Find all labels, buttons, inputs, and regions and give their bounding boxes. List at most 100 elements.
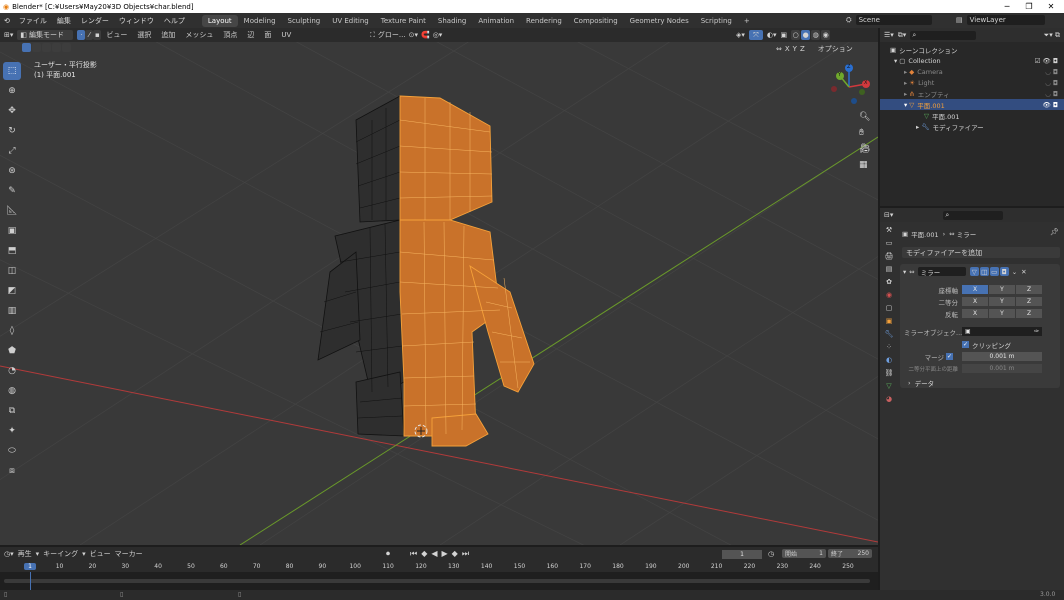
bevel-tool-icon[interactable]: ◩ <box>3 282 21 300</box>
particles-tab-icon[interactable]: ⁘ <box>886 343 892 351</box>
scene-tab-icon[interactable]: ✿ <box>886 278 892 286</box>
scene-collection-row[interactable]: ▣ シーンコレクション <box>890 44 957 55</box>
viewlayer-selector[interactable]: ▤ ViewLayer <box>956 15 1045 25</box>
mirror-x-toggle[interactable]: X <box>785 45 790 53</box>
viewport-toggle-icon[interactable]: ▭ <box>989 267 999 276</box>
camera-visibility-icon[interactable]: ◡ ◘ <box>1045 68 1058 76</box>
bisect-y-toggle[interactable]: Y <box>989 297 1015 306</box>
measure-tool-icon[interactable]: 📐︎ <box>3 202 21 220</box>
minimize-button[interactable]: ─ <box>998 0 1016 13</box>
modifier-menu-icon[interactable]: ⌄ <box>1012 268 1017 276</box>
render-tab-icon[interactable]: ▭ <box>886 239 893 247</box>
editmode-toggle-icon[interactable]: ▽ <box>969 267 979 276</box>
tab-compositing[interactable]: Compositing <box>568 15 624 27</box>
tab-shading[interactable]: Shading <box>432 15 472 27</box>
wireframe-shading-icon[interactable]: ○ <box>791 30 801 40</box>
menu-help[interactable]: ヘルプ <box>159 16 190 26</box>
pivot-icon[interactable]: ⊙▾ <box>409 31 418 39</box>
overlay-icon[interactable]: ◐▾ <box>767 31 777 39</box>
poly-build-tool-icon[interactable]: ⬟ <box>3 342 21 360</box>
collection-tab-icon[interactable]: ▢ <box>886 304 893 312</box>
jump-end-icon[interactable]: ⏭ <box>462 549 469 559</box>
scene-field[interactable]: Scene <box>855 15 932 25</box>
merge-distance-field[interactable]: 0.001 m <box>962 352 1042 361</box>
axis-x-toggle[interactable]: X <box>962 285 988 294</box>
camera-view-icon[interactable]: 🎥︎ <box>859 144 870 154</box>
select-extend-icon[interactable] <box>32 43 41 52</box>
merge-checkbox[interactable]: ✓ <box>946 353 953 360</box>
3d-viewport[interactable]: ユーザー・平行投影 (1) 平面.001 Z X Y 🔍︎ ✋︎ 🎥︎ ▦ <box>0 42 878 545</box>
menu-timeline-view[interactable]: ビュー <box>90 549 111 559</box>
zoom-icon[interactable]: 🔍︎ <box>859 112 870 122</box>
menu-render[interactable]: レンダー <box>76 16 114 26</box>
modifier-name-field[interactable]: ミラー <box>917 267 966 277</box>
editor-type-icon[interactable]: ⊞▾ <box>0 31 17 39</box>
menu-select[interactable]: 選択 <box>132 30 156 40</box>
prev-keyframe-icon[interactable]: ◆ <box>421 549 427 559</box>
timeline-editor-icon[interactable]: ◷▾ <box>4 550 14 558</box>
pan-hand-icon[interactable]: ✋︎ <box>859 128 870 138</box>
mirror-object-field[interactable]: ▣ ✑ <box>962 327 1042 336</box>
spin-tool-icon[interactable]: ◔ <box>3 362 21 380</box>
navigation-gizmo[interactable]: Z X Y <box>826 64 872 110</box>
menu-window[interactable]: ウィンドウ <box>114 16 159 26</box>
timeline-track[interactable]: 1 10 20 30 40 50 60 70 80 90 100 110 120 130 140 150 160… <box>0 562 878 590</box>
start-frame-field[interactable]: 開始 1 <box>782 549 826 558</box>
tab-animation[interactable]: Animation <box>472 15 520 27</box>
menu-keying[interactable]: キーイング <box>43 549 78 559</box>
tab-sculpting[interactable]: Sculpting <box>282 15 327 27</box>
menu-playback[interactable]: 再生 <box>18 549 32 559</box>
outliner-item-mesh-data[interactable]: ▽ 平面.001 <box>924 110 959 121</box>
flip-x-toggle[interactable]: X <box>962 309 988 318</box>
smooth-tool-icon[interactable]: ◍ <box>3 382 21 400</box>
mode-dropdown[interactable]: ◧ 編集モード <box>17 30 74 40</box>
select-box-tool-icon[interactable]: ⬚ <box>3 62 21 80</box>
xray-icon[interactable]: ▣ <box>781 31 788 39</box>
viewlayer-field[interactable]: ViewLayer <box>966 15 1045 25</box>
outliner-item-plane-selected[interactable]: ▾ ▽ 平面.001 👁︎ ◘ <box>880 99 1064 110</box>
grid-ortho-icon[interactable]: ▦ <box>859 160 870 170</box>
bisect-distance-field[interactable]: 0.001 m <box>962 364 1042 373</box>
knife-tool-icon[interactable]: ◊ <box>3 322 21 340</box>
menu-view[interactable]: ビュー <box>101 30 132 40</box>
material-tab-icon[interactable]: ◕ <box>886 395 892 403</box>
bisect-x-toggle[interactable]: X <box>962 297 988 306</box>
rotate-tool-icon[interactable]: ↻ <box>3 122 21 140</box>
add-cube-tool-icon[interactable]: ▣ <box>3 222 21 240</box>
cursor-tool-icon[interactable]: ⊕ <box>3 82 21 100</box>
timeline-scrollbar[interactable] <box>4 579 870 583</box>
menu-marker[interactable]: マーカー <box>115 549 143 559</box>
move-tool-icon[interactable]: ✥ <box>3 102 21 120</box>
constraints-tab-icon[interactable]: ⛓ <box>885 369 894 377</box>
render-toggle-icon[interactable]: ◘ <box>999 267 1009 276</box>
axis-y-toggle[interactable]: Y <box>989 285 1015 294</box>
axis-z-toggle[interactable]: Z <box>1016 285 1042 294</box>
end-frame-field[interactable]: 終了 250 <box>828 549 872 558</box>
gizmo-toggle-icon[interactable]: ⤧ <box>748 30 763 40</box>
cage-toggle-icon[interactable]: ◫ <box>979 267 989 276</box>
jump-start-icon[interactable]: ⏮ <box>410 549 417 559</box>
add-modifier-button[interactable]: モディファイアーを追加 <box>902 247 1060 258</box>
tab-geometry-nodes[interactable]: Geometry Nodes <box>624 15 695 27</box>
next-keyframe-icon[interactable]: ◆ <box>452 549 458 559</box>
menu-uv[interactable]: UV <box>276 31 296 39</box>
menu-face[interactable]: 面 <box>259 30 276 40</box>
filter-icon[interactable]: ⏷▾ ⧉ <box>1044 31 1064 40</box>
display-mode-icon[interactable]: ⧉▾ <box>898 31 907 40</box>
shear-tool-icon[interactable]: ⬭ <box>3 442 21 460</box>
select-new-icon[interactable] <box>22 43 31 52</box>
menu-add[interactable]: 追加 <box>156 30 180 40</box>
flip-y-toggle[interactable]: Y <box>989 309 1015 318</box>
bisect-z-toggle[interactable]: Z <box>1016 297 1042 306</box>
tab-rendering[interactable]: Rendering <box>520 15 568 27</box>
output-tab-icon[interactable]: 🖨︎ <box>885 252 894 260</box>
outliner-item-camera[interactable]: ▸ ◆ Camera ◡ ◘ <box>904 66 1064 77</box>
extrude-tool-icon[interactable]: ⬒ <box>3 242 21 260</box>
menu-edit[interactable]: 編集 <box>52 16 76 26</box>
outliner-item-modifiers[interactable]: ▸ 🔧︎ モディファイアー <box>916 121 984 132</box>
world-tab-icon[interactable]: ◉ <box>886 291 892 299</box>
physics-tab-icon[interactable]: ◐ <box>886 356 892 364</box>
annotate-tool-icon[interactable]: ✎ <box>3 182 21 200</box>
tool-tab-icon[interactable]: ⚒ <box>886 226 892 234</box>
material-shading-icon[interactable]: ◍ <box>811 30 821 40</box>
